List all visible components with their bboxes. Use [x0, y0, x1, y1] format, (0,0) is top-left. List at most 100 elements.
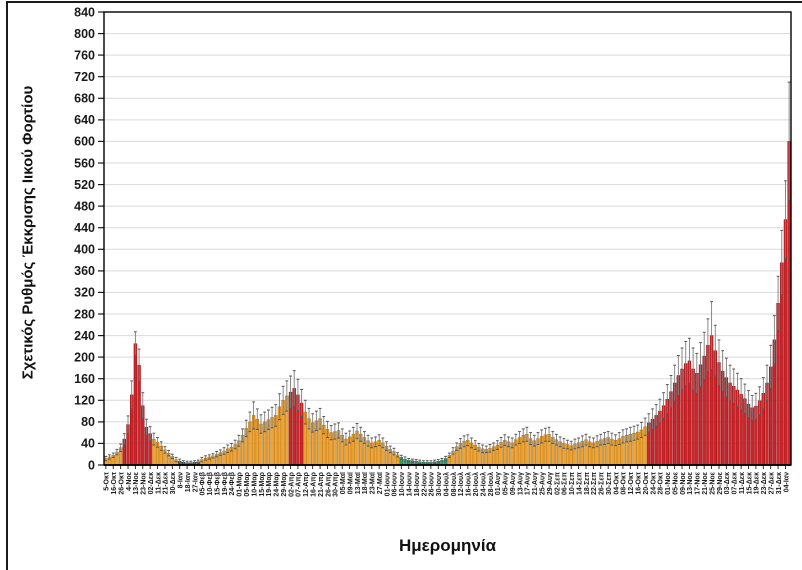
x-tick-label: 23-Νοε	[141, 471, 148, 494]
x-tick-label: 23-Δεκ	[761, 472, 768, 494]
y-tick-label: 760	[74, 48, 95, 62]
x-tick-label: 01-Μαρ	[237, 471, 244, 496]
x-tick-label: 31-Δεκ	[776, 472, 783, 494]
y-tick-label: 480	[74, 199, 95, 213]
x-tick-label: 08-Οκτ	[621, 471, 628, 494]
x-tick-label: 30-Σεπ	[606, 471, 613, 495]
y-tick-label: 360	[74, 264, 95, 278]
x-tick-label: 19-Δεκ	[754, 472, 761, 494]
x-tick-label: 24-Ιουλ	[479, 472, 487, 496]
y-tick-label: 0	[88, 458, 95, 472]
x-tick-label: 14-Ιουν	[407, 472, 414, 496]
x-tick-label: 04-Ιουλ	[442, 472, 450, 496]
x-tick-label: 13-Νοε	[133, 471, 140, 494]
x-tick-label: 26-Απρ	[325, 471, 332, 497]
x-tick-label: 25-Νοε	[709, 471, 716, 494]
x-tick-label: 16-Απρ	[310, 471, 317, 497]
y-tick-label: 320	[74, 286, 95, 300]
x-tick-label: 11-Δεκ	[155, 472, 162, 494]
x-tick-label: 27-Ιαν	[192, 472, 199, 492]
x-tick-label: 29-Μαρ	[281, 471, 288, 496]
x-tick-label: 22-Σεπ	[591, 471, 598, 495]
x-tick-label: 23-Μαϊ	[370, 471, 377, 494]
y-tick-label: 680	[74, 92, 95, 106]
x-tick-label: 21-Δεκ	[163, 472, 170, 494]
x-tick-label: 8-Ιαν	[178, 472, 185, 488]
x-tick-label: 05-Νοε	[672, 471, 679, 494]
x-tick-label: 13-Νοε	[687, 471, 694, 494]
x-tick-label: 14-Σεπ	[576, 471, 583, 495]
x-tick-label: 24-Φεβ	[229, 471, 236, 495]
x-tick-label: 10-Φεβ	[207, 471, 214, 495]
y-tick-label: 520	[74, 178, 95, 192]
x-tick-label: 16-Οκτ	[636, 471, 643, 494]
x-tick-label: 08-Ιουλ	[450, 472, 458, 496]
y-tick-label: 200	[74, 350, 95, 364]
x-tick-label: 26-Οκτ	[118, 471, 125, 494]
x-tick-label: 16-Ιουλ	[465, 472, 473, 496]
x-tick-label: 10-Μαρ	[251, 471, 258, 496]
y-tick-label: 400	[74, 243, 95, 257]
x-tick-label: 09-Μαϊ	[347, 471, 354, 494]
y-tick-label: 800	[74, 27, 95, 41]
x-tick-label: 01-Νοε	[665, 471, 672, 494]
y-tick-label: 440	[74, 221, 95, 235]
y-tick-label: 600	[74, 135, 95, 149]
x-tick-label: 5-Οκτ	[104, 471, 111, 491]
x-tick-label: 05-Φεβ	[200, 471, 207, 495]
y-tick-label: 80	[81, 415, 95, 429]
x-tick-label: 05-Μαρ	[244, 471, 251, 496]
y-tick-label: 840	[74, 5, 95, 19]
x-tick-label: 09-Αυγ	[510, 472, 517, 495]
x-tick-label: 17-Νοε	[695, 471, 702, 494]
x-tick-label: 27-Δεκ	[768, 472, 775, 494]
x-tick-label: 01-Ιουν	[384, 472, 391, 496]
x-tick-label: 10-Ιουν	[399, 472, 406, 496]
x-tick-label: 01-Αυγ	[495, 472, 502, 495]
x-tick-label: 12-Ιουλ	[457, 472, 465, 496]
x-tick-label: 21-Νοε	[702, 471, 709, 494]
x-tick-label: 30-Ιουν	[436, 472, 443, 496]
x-axis-title: Ημερομηνία	[398, 536, 497, 555]
x-tick-label: 04-Οκτ	[613, 471, 620, 494]
x-tick-label: 06-Ιουν	[392, 472, 399, 496]
x-tick-label: 29-Αυγ	[547, 472, 554, 495]
x-tick-label: 24-Μαρ	[274, 471, 281, 496]
y-tick-label: 120	[74, 394, 95, 408]
x-tick-label: 04-Ιαν	[783, 472, 790, 492]
x-tick-label: 24-Οκτ	[650, 471, 657, 494]
x-tick-label: 12-Οκτ	[628, 471, 635, 494]
x-tick-label: 10-Σεπ	[569, 471, 576, 495]
x-tick-label: 03-Δεκ	[724, 472, 731, 494]
x-tick-label: 28-Οκτ	[658, 471, 665, 494]
y-tick-label: 720	[74, 70, 95, 84]
x-tick-label: 05-Μαϊ	[340, 471, 347, 494]
x-tick-label: 30-Δεκ	[170, 472, 177, 494]
y-tick-label: 560	[74, 156, 95, 170]
x-tick-label: 07-Δεκ	[732, 472, 739, 494]
x-tick-label: 05-Αυγ	[503, 472, 510, 495]
x-tick-label: 18-Ιαν	[185, 472, 192, 492]
x-tick-label: 27-Μαϊ	[377, 471, 384, 494]
x-tick-label: 20-Οκτ	[643, 471, 650, 494]
x-tick-label: 02-Σεπ	[554, 471, 561, 495]
x-tick-label: 15-Μαρ	[259, 471, 266, 496]
x-tick-label: 18-Ιουν	[414, 472, 421, 496]
x-tick-label: 21-Αυγ	[532, 472, 539, 495]
x-tick-label: 09-Νοε	[680, 471, 687, 494]
y-axis-title: Σχετικός Ρυθμός Έκκρισης Ιικού Φορτίου	[19, 85, 37, 380]
x-tick-label: 13-Μαϊ	[355, 471, 362, 494]
x-tick-label: 21-Απρ	[318, 471, 325, 497]
x-tick-label: 13-Αυγ	[517, 472, 524, 495]
bar	[133, 343, 138, 466]
y-tick-label: 160	[74, 372, 95, 386]
x-tick-label: 25-Αυγ	[539, 472, 546, 495]
x-tick-label: 12-Απρ	[303, 471, 310, 497]
x-tick-label: 26-Ιουν	[429, 472, 436, 496]
x-tick-label: 30-Απρ	[333, 471, 340, 497]
wastewater-viral-load-chart: 0 40 80 120 160 200 240 280 320 360 400 440 480 520 56…	[0, 0, 802, 570]
y-tick-label: 240	[74, 329, 95, 343]
x-tick-label: 16-Οκτ	[111, 471, 118, 494]
x-tick-label: 20-Ιουλ	[472, 472, 480, 496]
x-tick-label: 15-Δεκ	[746, 472, 753, 494]
